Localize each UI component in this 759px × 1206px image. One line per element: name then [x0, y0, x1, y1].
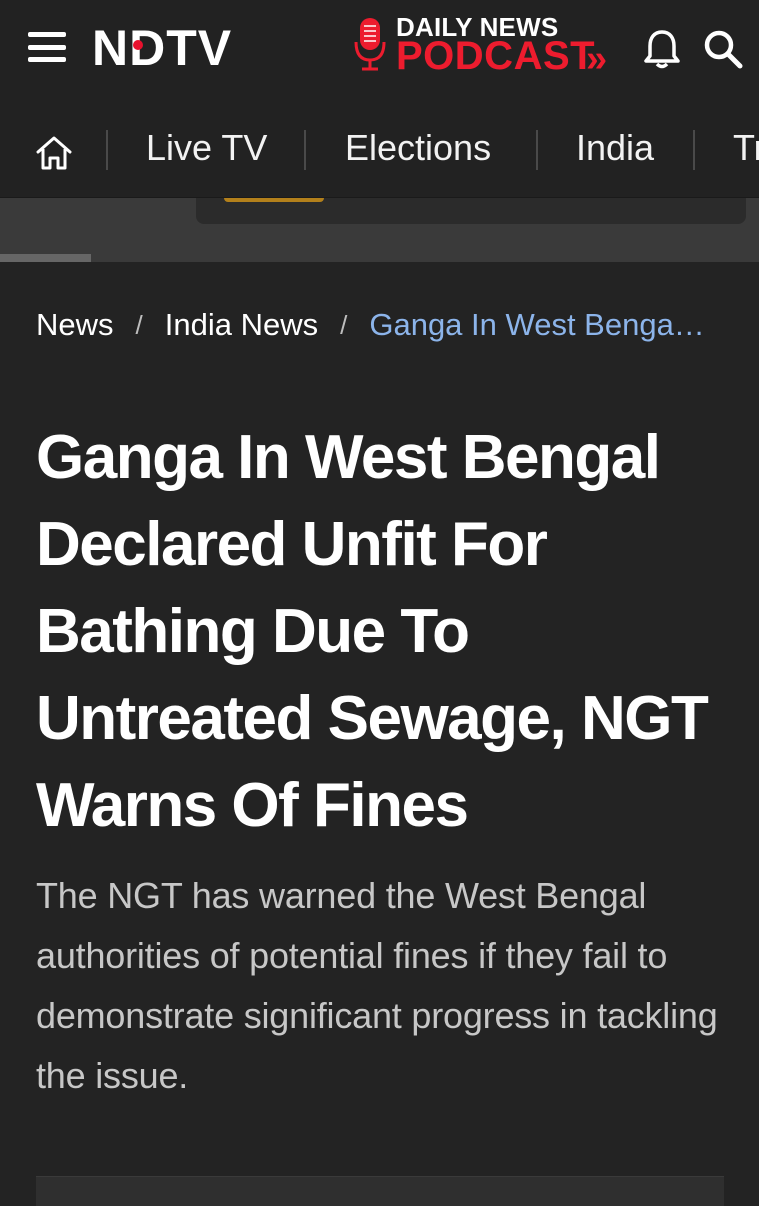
- nav-divider: [693, 130, 695, 170]
- search-icon[interactable]: [702, 28, 744, 70]
- logo-text: NDTV: [92, 23, 232, 71]
- nav-divider: [106, 130, 108, 170]
- daily-news-podcast-link[interactable]: DAILY NEWS PODCAST »: [354, 12, 624, 80]
- hamburger-menu-icon[interactable]: [28, 32, 66, 62]
- reading-progress-fill: [0, 254, 92, 262]
- article-summary: The NGT has warned the West Bengal autho…: [36, 875, 718, 1096]
- nav-divider: [536, 130, 538, 170]
- breadcrumb-current-page[interactable]: Ganga In West Benga…: [369, 301, 726, 349]
- bell-icon[interactable]: [642, 28, 682, 70]
- breadcrumb: News / India News / Ganga In West Benga…: [36, 300, 726, 350]
- nav-item-live-tv[interactable]: Live TV: [146, 126, 267, 170]
- ndtv-logo-mark: NDTV: [92, 23, 232, 71]
- ad-strip: [0, 198, 759, 262]
- breadcrumb-item-news[interactable]: News: [36, 301, 114, 349]
- breadcrumb-separator: /: [340, 310, 348, 340]
- top-bar: NDTV DAILY NEWS PODCAST »: [0, 0, 759, 108]
- category-nav: Live TV Elections India Tr: [0, 108, 759, 198]
- breadcrumb-separator: /: [135, 310, 143, 340]
- nav-divider: [304, 130, 306, 170]
- content-card-edge: [36, 1176, 724, 1206]
- nav-item-elections[interactable]: Elections: [345, 126, 491, 170]
- ad-banner-accent: [224, 198, 324, 202]
- nav-item-partial[interactable]: Tr: [733, 126, 759, 170]
- home-icon[interactable]: [33, 132, 75, 174]
- ndtv-logo[interactable]: NDTV: [92, 22, 297, 72]
- podcast-label-line2: PODCAST: [396, 34, 596, 78]
- article-headline: Ganga In West Bengal Declared Unfit For …: [36, 423, 709, 840]
- breadcrumb-item-india-news[interactable]: India News: [165, 301, 318, 349]
- nav-item-india[interactable]: India: [576, 126, 654, 170]
- reading-progress-bar: [0, 254, 759, 262]
- microphone-icon: [354, 18, 386, 71]
- double-chevron-right-icon: »: [586, 38, 608, 80]
- ad-banner[interactable]: [196, 198, 746, 224]
